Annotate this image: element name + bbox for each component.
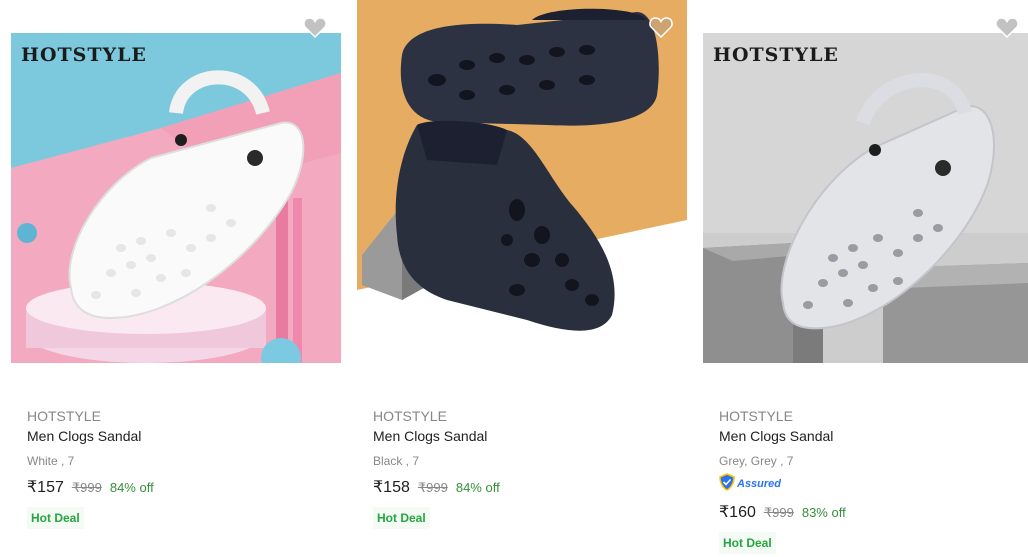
product-image[interactable]: HOTSTYLE — [11, 33, 341, 363]
product-title[interactable]: Men Clogs Sandal — [27, 427, 327, 445]
hot-deal-badge: Hot Deal — [373, 507, 430, 529]
product-image[interactable]: HOTSTYLE — [703, 33, 1028, 363]
product-title[interactable]: Men Clogs Sandal — [719, 427, 1019, 445]
product-info: HOTSTYLE Men Clogs Sandal Grey, Grey , 7… — [719, 407, 1019, 554]
assured-shield-icon — [719, 472, 735, 496]
product-mrp: ₹999 — [417, 480, 448, 495]
product-info: HOTSTYLE Men Clogs Sandal Black , 7 ₹158… — [373, 407, 673, 529]
product-variant: Grey, Grey , 7 — [719, 454, 794, 468]
product-card[interactable]: HOTSTYLE HOTSTYLE Men Clogs Sandal White… — [0, 0, 346, 557]
product-image[interactable] — [357, 0, 687, 396]
product-mrp: ₹999 — [763, 505, 794, 520]
product-price: ₹157 — [27, 479, 64, 496]
product-discount: 84% off — [455, 480, 500, 495]
wishlist-heart-icon[interactable] — [302, 14, 328, 40]
hot-deal-badge: Hot Deal — [27, 507, 84, 529]
price-row: ₹158 ₹999 84% off — [373, 477, 673, 497]
wishlist-heart-icon[interactable] — [994, 14, 1020, 40]
image-brand-text: HOTSTYLE — [21, 44, 147, 66]
image-brand-text: HOTSTYLE — [713, 44, 839, 66]
product-variant: White , 7 — [27, 454, 75, 468]
product-brand: HOTSTYLE — [373, 408, 447, 424]
product-info: HOTSTYLE Men Clogs Sandal White , 7 ₹157… — [27, 407, 327, 529]
price-row: ₹160 ₹999 83% off — [719, 502, 1019, 522]
assured-label: Assured — [737, 478, 782, 490]
product-card[interactable]: HOTSTYLE Men Clogs Sandal Black , 7 ₹158… — [346, 0, 692, 557]
price-row: ₹157 ₹999 84% off — [27, 477, 327, 497]
hot-deal-badge: Hot Deal — [719, 532, 776, 554]
product-discount: 84% off — [109, 480, 154, 495]
product-card[interactable]: HOTSTYLE HOTSTYLE Men Clogs Sandal Grey,… — [692, 0, 1028, 557]
product-price: ₹158 — [373, 479, 410, 496]
wishlist-heart-icon[interactable] — [648, 14, 674, 40]
product-price: ₹160 — [719, 504, 756, 521]
product-mrp: ₹999 — [71, 480, 102, 495]
product-brand: HOTSTYLE — [27, 408, 101, 424]
assured-badge: Assured — [719, 472, 1019, 496]
product-discount: 83% off — [801, 505, 846, 520]
product-brand: HOTSTYLE — [719, 408, 793, 424]
product-variant: Black , 7 — [373, 454, 420, 468]
product-title[interactable]: Men Clogs Sandal — [373, 427, 673, 445]
